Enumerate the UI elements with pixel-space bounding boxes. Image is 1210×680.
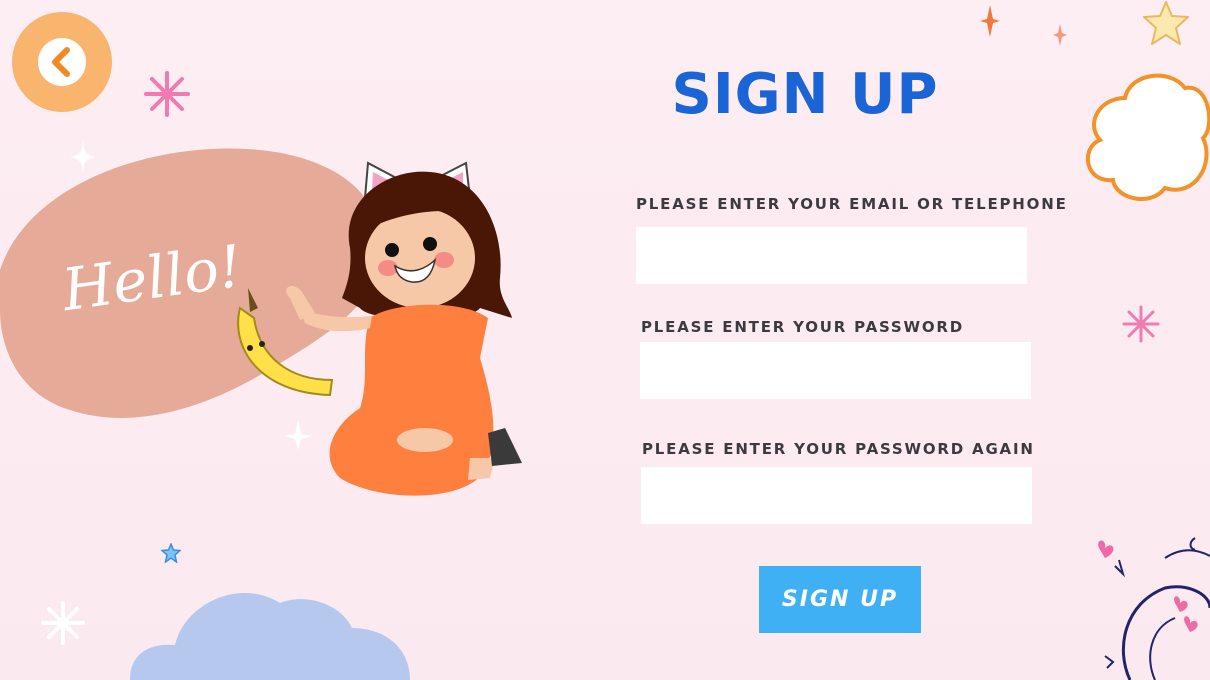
back-button[interactable]	[12, 12, 112, 112]
blue-cloud-shape	[130, 593, 410, 680]
pink-sparkle-icon	[144, 71, 190, 117]
girl-with-banana-illustration	[237, 161, 522, 496]
white-starburst-icon	[41, 601, 85, 645]
white-sparkle-icon	[70, 140, 96, 174]
orange-sparkle-icon	[980, 5, 1000, 37]
password-label: PLEASE ENTER YOUR PASSWORD	[641, 318, 965, 336]
confirm-password-label: PLEASE ENTER YOUR PASSWORD AGAIN	[642, 440, 1035, 458]
pink-starburst-icon	[1122, 305, 1160, 343]
confirm-password-field[interactable]	[641, 467, 1032, 524]
page-title: SIGN UP	[671, 62, 939, 127]
email-field[interactable]	[636, 227, 1027, 284]
back-button-inner	[38, 38, 86, 86]
blue-star-icon	[161, 543, 181, 563]
password-field[interactable]	[640, 342, 1031, 399]
orange-cloud-outline-icon	[1085, 73, 1210, 201]
chevron-left-icon	[52, 47, 70, 77]
sign-up-button[interactable]: SIGN UP	[759, 566, 921, 633]
doodle-illustration	[1098, 537, 1210, 680]
email-label: PLEASE ENTER YOUR EMAIL OR TELEPHONE	[636, 195, 1068, 213]
star-icon	[1143, 1, 1189, 45]
small-orange-sparkle-icon	[1053, 24, 1067, 46]
